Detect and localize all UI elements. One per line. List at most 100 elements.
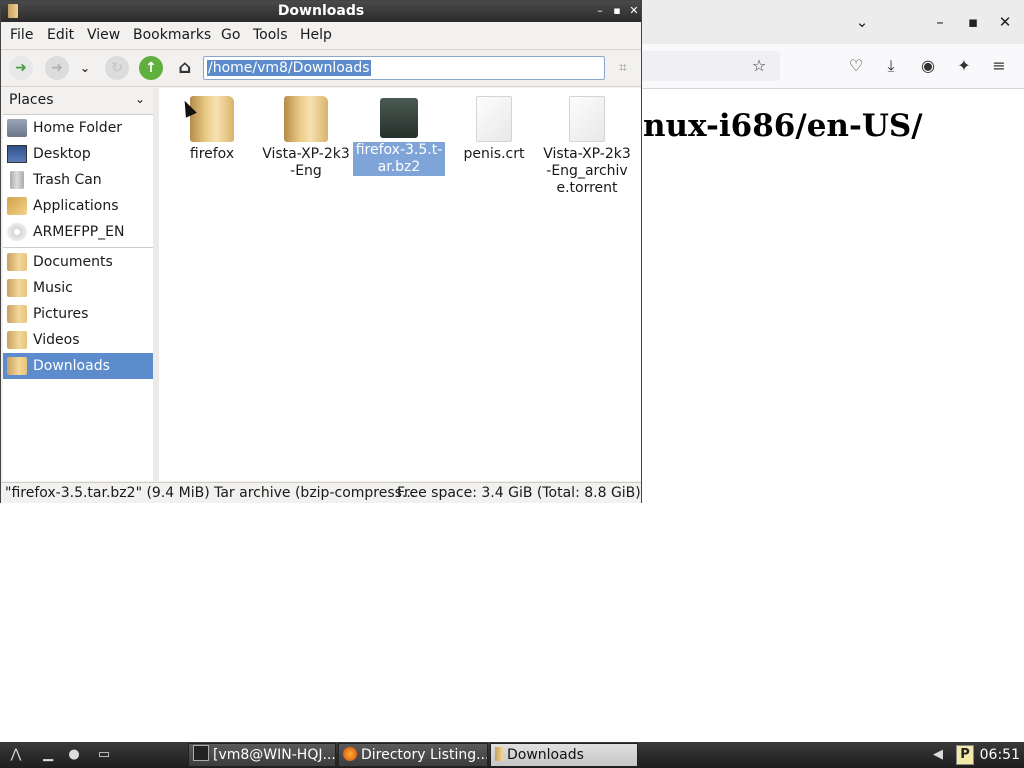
applications-icon (7, 197, 27, 215)
sidebar-item-label: Trash Can (33, 172, 102, 188)
start-menu-icon[interactable]: ⋀ (6, 745, 26, 765)
terminal-icon (193, 745, 209, 761)
file-manager-window: Downloads – ▪ ✕ File Edit View Bookmarks… (0, 0, 642, 503)
sidebar-item-pictures[interactable]: Pictures (3, 301, 153, 327)
sidebar-item-applications[interactable]: Applications (3, 193, 153, 219)
close-icon[interactable]: ✕ (992, 10, 1018, 34)
volume-icon[interactable]: ◀ (928, 745, 948, 765)
task-firefox[interactable]: Directory Listing... (338, 743, 488, 767)
clipboard-p-icon[interactable]: P (956, 745, 974, 765)
file-item-torrent[interactable]: Vista-XP-2k3-Eng_archive.torrent (541, 88, 633, 197)
chevron-down-icon[interactable]: ⌄ (849, 10, 875, 34)
close-icon[interactable]: ✕ (627, 3, 641, 19)
places-header[interactable]: Places ⌄ (3, 88, 153, 115)
window-titlebar[interactable]: Downloads – ▪ ✕ (1, 1, 641, 22)
forward-arrow-icon[interactable]: ➜ (45, 56, 69, 80)
sidebar-item-label: Applications (33, 198, 119, 214)
path-input[interactable]: /home/vm8/Downloads (203, 56, 605, 80)
file-label: firefox (189, 146, 235, 162)
minimize-all-icon[interactable]: ▁ (38, 745, 58, 765)
sidebar-item-label: Desktop (33, 146, 91, 162)
file-view: firefox Vista-XP-2k3-Eng firefox-3.5.t-a… (159, 88, 641, 481)
document-icon (476, 96, 512, 142)
reload-icon[interactable]: ↻ (105, 56, 129, 80)
sidebar-item-music[interactable]: Music (3, 275, 153, 301)
file-item-firefox[interactable]: firefox (166, 88, 258, 163)
file-label: Vista-XP-2k3-Eng_archive.torrent (543, 146, 631, 196)
archive-icon (380, 98, 418, 138)
places-label: Places (9, 92, 54, 108)
back-arrow-icon[interactable]: ➜ (9, 56, 33, 80)
sidebar-item-desktop[interactable]: Desktop (3, 141, 153, 167)
file-label: penis.crt (463, 146, 525, 162)
sidebar-item-downloads[interactable]: Downloads (3, 353, 153, 379)
menu-edit[interactable]: Edit (47, 26, 74, 44)
sidebar-item-documents[interactable]: Documents (3, 249, 153, 275)
folder-icon (7, 253, 27, 271)
download-icon[interactable]: ⤓ (880, 55, 902, 77)
path-text: /home/vm8/Downloads (207, 60, 371, 76)
sidebar-item-label: Videos (33, 332, 80, 348)
disc-icon (7, 223, 27, 241)
account-icon[interactable]: ◉ (917, 55, 939, 77)
clock[interactable]: 06:51 (980, 745, 1020, 765)
window-title: Downloads (277, 3, 365, 19)
folder-icon (7, 279, 27, 297)
path-mode-toggle-icon[interactable]: ⌗ (613, 58, 633, 78)
folder-icon (284, 96, 328, 142)
file-label: Vista-XP-2k3-Eng (262, 146, 350, 179)
file-label: firefox-3.5.t-ar.bz2 (353, 142, 445, 176)
task-label: Downloads (507, 747, 584, 763)
folder-icon (7, 357, 27, 375)
task-label: [vm8@WIN-HQJ... (213, 747, 336, 763)
menu-file[interactable]: File (10, 26, 33, 44)
menu-go[interactable]: Go (221, 26, 240, 44)
history-chevron-icon[interactable]: ⌄ (75, 56, 95, 80)
sidebar-item-home-folder[interactable]: Home Folder (3, 115, 153, 141)
page-heading: nux-i686/en-US/ (643, 108, 923, 144)
free-space-status: Free space: 3.4 GiB (Total: 8.8 GiB) (397, 485, 641, 501)
menu-tools[interactable]: Tools (253, 26, 288, 44)
sidebar-divider (3, 247, 153, 248)
taskbar: ⋀ ▁ ● ▭ [vm8@WIN-HQJ... Directory Listin… (0, 742, 1024, 768)
minimize-icon[interactable]: – (593, 3, 607, 19)
maximize-icon[interactable]: ▪ (960, 10, 986, 34)
bookmark-star-icon[interactable]: ☆ (748, 55, 770, 77)
trash-icon (10, 171, 24, 189)
status-bar: "firefox-3.5.tar.bz2" (9.4 MiB) Tar arch… (1, 482, 641, 503)
file-item-firefox-archive[interactable]: firefox-3.5.t-ar.bz2 (353, 88, 445, 176)
menu-help[interactable]: Help (300, 26, 332, 44)
maximize-icon[interactable]: ▪ (610, 3, 624, 19)
task-downloads[interactable]: Downloads (490, 743, 638, 767)
file-item-vista-xp-2k3-eng[interactable]: Vista-XP-2k3-Eng (260, 88, 352, 180)
document-icon (569, 96, 605, 142)
up-arrow-icon[interactable]: ↑ (139, 56, 163, 80)
sidebar-item-label: Pictures (33, 306, 89, 322)
chevron-down-icon[interactable]: ⌄ (135, 92, 145, 106)
firefox-icon (343, 747, 357, 761)
menu-view[interactable]: View (87, 26, 120, 44)
task-label: Directory Listing... (361, 747, 488, 763)
sidebar-item-label: ARMEFPP_EN (33, 224, 125, 240)
menu-icon[interactable]: ≡ (988, 55, 1010, 77)
sidebar-item-disc[interactable]: ARMEFPP_EN (3, 219, 153, 245)
task-terminal[interactable]: [vm8@WIN-HQJ... (188, 743, 336, 767)
minimize-icon[interactable]: – (927, 10, 953, 34)
desktop-switch-icon[interactable]: ▭ (94, 745, 114, 765)
sidebar-item-label: Downloads (33, 358, 110, 374)
sidebar-item-label: Music (33, 280, 73, 296)
pocket-icon[interactable]: ♡ (845, 55, 867, 77)
folder-icon (495, 747, 503, 761)
extensions-icon[interactable]: ✦ (953, 55, 975, 77)
home-icon[interactable]: ⌂ (173, 56, 197, 80)
folder-icon (7, 305, 27, 323)
folder-icon (7, 331, 27, 349)
file-item-penis-crt[interactable]: penis.crt (448, 88, 540, 163)
network-icon[interactable]: ● (64, 745, 84, 765)
sidebar-item-trash[interactable]: Trash Can (3, 167, 153, 193)
sidebar-item-videos[interactable]: Videos (3, 327, 153, 353)
toolbar: ➜ ➜ ⌄ ↻ ↑ ⌂ /home/vm8/Downloads ⌗ (1, 49, 641, 87)
desktop-icon (7, 145, 27, 163)
menu-bookmarks[interactable]: Bookmarks (133, 26, 211, 44)
folder-icon (190, 96, 234, 142)
